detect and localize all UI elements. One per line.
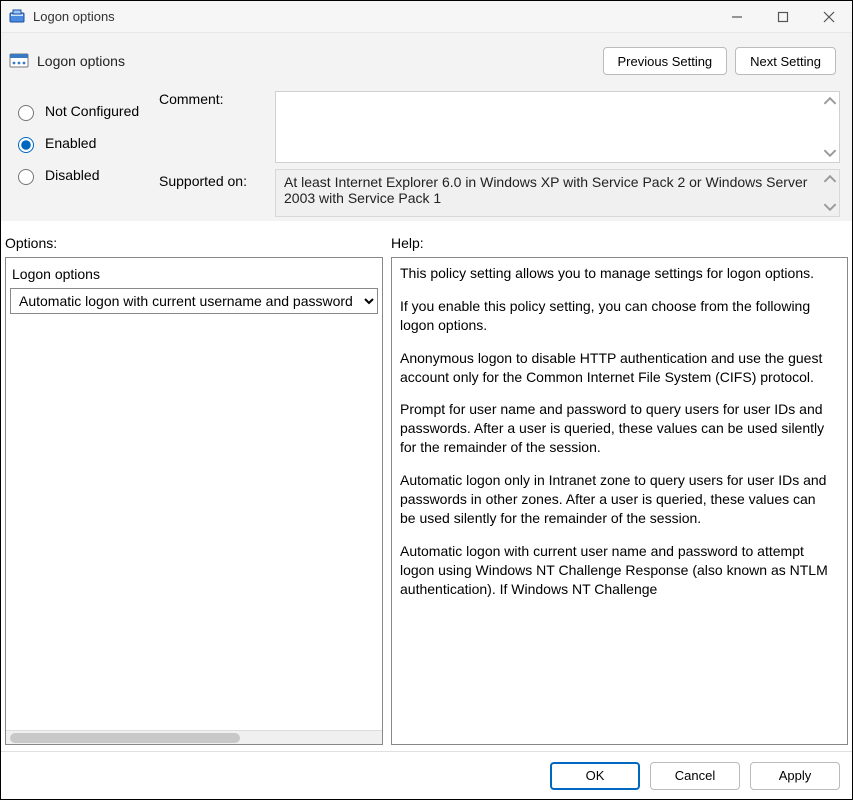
app-icon: [9, 9, 25, 25]
radio-enabled[interactable]: Enabled: [13, 127, 159, 159]
comment-scrollbar[interactable]: [823, 94, 837, 160]
options-section-label: Options:: [5, 235, 391, 251]
supported-scrollbar[interactable]: [823, 172, 837, 214]
maximize-button[interactable]: [760, 1, 806, 33]
window-title: Logon options: [33, 9, 115, 24]
comment-textarea[interactable]: [275, 91, 840, 163]
cancel-button[interactable]: Cancel: [650, 762, 740, 790]
scroll-down-icon: [823, 200, 837, 214]
next-setting-button[interactable]: Next Setting: [735, 47, 836, 75]
help-paragraph: Prompt for user name and password to que…: [400, 400, 829, 457]
help-paragraph: This policy setting allows you to manage…: [400, 264, 829, 283]
options-pane: Logon options Automatic logon with curre…: [5, 257, 383, 745]
radio-enabled-input[interactable]: [18, 137, 34, 153]
header-row: Logon options Previous Setting Next Sett…: [1, 33, 852, 83]
minimize-button[interactable]: [714, 1, 760, 33]
radio-disabled-input[interactable]: [18, 169, 34, 185]
supported-on-value: At least Internet Explorer 6.0 in Window…: [284, 174, 807, 206]
help-section-label: Help:: [391, 235, 840, 251]
policy-editor-window: Logon options Logon options Previous Set…: [0, 0, 853, 800]
comment-label: Comment:: [159, 91, 269, 107]
ok-button[interactable]: OK: [550, 762, 640, 790]
radio-not-configured-input[interactable]: [18, 105, 34, 121]
apply-button[interactable]: Apply: [750, 762, 840, 790]
panels: Logon options Automatic logon with curre…: [1, 257, 852, 751]
radio-enabled-label: Enabled: [45, 135, 96, 151]
supported-on-label: Supported on:: [159, 169, 269, 189]
radio-disabled-label: Disabled: [45, 167, 99, 183]
options-field-label: Logon options: [6, 258, 382, 288]
radio-disabled[interactable]: Disabled: [13, 159, 159, 191]
policy-icon: [9, 51, 29, 71]
state-radios: Not Configured Enabled Disabled: [9, 87, 159, 217]
radio-not-configured[interactable]: Not Configured: [13, 95, 159, 127]
policy-title: Logon options: [37, 53, 125, 69]
scroll-up-icon: [823, 172, 837, 186]
help-paragraph: If you enable this policy setting, you c…: [400, 297, 829, 335]
scroll-down-icon: [823, 146, 837, 160]
state-and-meta: Not Configured Enabled Disabled Comment:…: [1, 83, 852, 221]
section-labels: Options: Help:: [1, 221, 852, 257]
close-button[interactable]: [806, 1, 852, 33]
help-paragraph: Automatic logon only in Intranet zone to…: [400, 471, 829, 528]
logon-options-select[interactable]: Automatic logon with current username an…: [10, 288, 378, 314]
help-paragraph: Anonymous logon to disable HTTP authenti…: [400, 349, 829, 387]
title-bar: Logon options: [1, 1, 852, 33]
footer-buttons: OK Cancel Apply: [1, 751, 852, 799]
help-paragraph: Automatic logon with current user name a…: [400, 542, 829, 599]
radio-not-configured-label: Not Configured: [45, 103, 139, 119]
hscroll-thumb[interactable]: [10, 733, 240, 743]
scroll-up-icon: [823, 94, 837, 108]
supported-on-text: At least Internet Explorer 6.0 in Window…: [275, 169, 840, 217]
previous-setting-button[interactable]: Previous Setting: [603, 47, 728, 75]
help-pane[interactable]: This policy setting allows you to manage…: [391, 257, 848, 745]
options-hscrollbar[interactable]: [6, 730, 382, 744]
meta-grid: Comment: Supported on: At least Internet…: [159, 87, 840, 217]
